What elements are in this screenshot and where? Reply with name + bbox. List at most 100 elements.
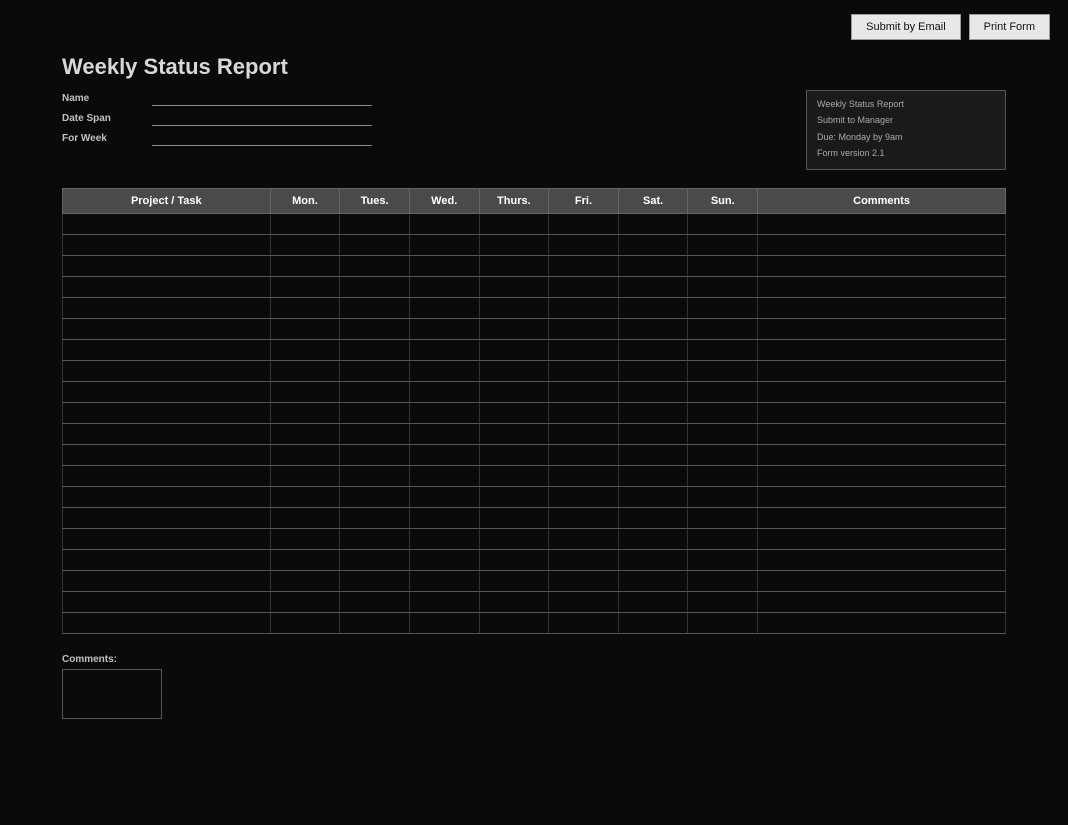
wed-hours-input[interactable] — [413, 261, 476, 272]
mon-hours-input[interactable] — [274, 345, 337, 356]
row-comments-input[interactable] — [761, 471, 1002, 482]
fri-hours-input[interactable] — [552, 492, 615, 503]
name-input[interactable] — [152, 90, 372, 106]
sun-hours-input[interactable] — [691, 387, 754, 398]
sun-hours-input[interactable] — [691, 555, 754, 566]
task-input[interactable] — [66, 492, 267, 503]
fri-hours-input[interactable] — [552, 387, 615, 398]
sun-hours-input[interactable] — [691, 240, 754, 251]
fri-hours-input[interactable] — [552, 282, 615, 293]
sun-hours-input[interactable] — [691, 429, 754, 440]
tues-hours-input[interactable] — [343, 282, 406, 293]
fri-hours-input[interactable] — [552, 534, 615, 545]
tues-hours-input[interactable] — [343, 534, 406, 545]
for-input[interactable] — [152, 130, 372, 146]
row-comments-input[interactable] — [761, 618, 1002, 629]
task-input[interactable] — [66, 345, 267, 356]
mon-hours-input[interactable] — [274, 303, 337, 314]
fri-hours-input[interactable] — [552, 261, 615, 272]
thurs-hours-input[interactable] — [483, 534, 546, 545]
date-input[interactable] — [152, 110, 372, 126]
sun-hours-input[interactable] — [691, 282, 754, 293]
wed-hours-input[interactable] — [413, 324, 476, 335]
mon-hours-input[interactable] — [274, 429, 337, 440]
sat-hours-input[interactable] — [622, 282, 685, 293]
wed-hours-input[interactable] — [413, 513, 476, 524]
sun-hours-input[interactable] — [691, 261, 754, 272]
tues-hours-input[interactable] — [343, 345, 406, 356]
row-comments-input[interactable] — [761, 282, 1002, 293]
mon-hours-input[interactable] — [274, 450, 337, 461]
thurs-hours-input[interactable] — [483, 282, 546, 293]
wed-hours-input[interactable] — [413, 450, 476, 461]
task-input[interactable] — [66, 534, 267, 545]
sat-hours-input[interactable] — [622, 345, 685, 356]
fri-hours-input[interactable] — [552, 450, 615, 461]
sat-hours-input[interactable] — [622, 471, 685, 482]
task-input[interactable] — [66, 618, 267, 629]
mon-hours-input[interactable] — [274, 366, 337, 377]
wed-hours-input[interactable] — [413, 471, 476, 482]
thurs-hours-input[interactable] — [483, 471, 546, 482]
task-input[interactable] — [66, 450, 267, 461]
comments-textarea[interactable] — [62, 669, 162, 719]
fri-hours-input[interactable] — [552, 513, 615, 524]
tues-hours-input[interactable] — [343, 324, 406, 335]
fri-hours-input[interactable] — [552, 576, 615, 587]
sat-hours-input[interactable] — [622, 618, 685, 629]
wed-hours-input[interactable] — [413, 618, 476, 629]
mon-hours-input[interactable] — [274, 492, 337, 503]
sat-hours-input[interactable] — [622, 261, 685, 272]
mon-hours-input[interactable] — [274, 513, 337, 524]
row-comments-input[interactable] — [761, 429, 1002, 440]
sat-hours-input[interactable] — [622, 387, 685, 398]
thurs-hours-input[interactable] — [483, 576, 546, 587]
sun-hours-input[interactable] — [691, 303, 754, 314]
tues-hours-input[interactable] — [343, 366, 406, 377]
sun-hours-input[interactable] — [691, 450, 754, 461]
thurs-hours-input[interactable] — [483, 408, 546, 419]
sun-hours-input[interactable] — [691, 618, 754, 629]
row-comments-input[interactable] — [761, 219, 1002, 230]
fri-hours-input[interactable] — [552, 366, 615, 377]
thurs-hours-input[interactable] — [483, 366, 546, 377]
sat-hours-input[interactable] — [622, 597, 685, 608]
wed-hours-input[interactable] — [413, 597, 476, 608]
thurs-hours-input[interactable] — [483, 261, 546, 272]
mon-hours-input[interactable] — [274, 555, 337, 566]
thurs-hours-input[interactable] — [483, 219, 546, 230]
wed-hours-input[interactable] — [413, 345, 476, 356]
fri-hours-input[interactable] — [552, 324, 615, 335]
sun-hours-input[interactable] — [691, 513, 754, 524]
tues-hours-input[interactable] — [343, 240, 406, 251]
task-input[interactable] — [66, 429, 267, 440]
mon-hours-input[interactable] — [274, 471, 337, 482]
sat-hours-input[interactable] — [622, 240, 685, 251]
row-comments-input[interactable] — [761, 534, 1002, 545]
wed-hours-input[interactable] — [413, 408, 476, 419]
wed-hours-input[interactable] — [413, 303, 476, 314]
thurs-hours-input[interactable] — [483, 618, 546, 629]
task-input[interactable] — [66, 261, 267, 272]
task-input[interactable] — [66, 366, 267, 377]
tues-hours-input[interactable] — [343, 513, 406, 524]
submit-email-button[interactable]: Submit by Email — [851, 14, 960, 40]
mon-hours-input[interactable] — [274, 618, 337, 629]
tues-hours-input[interactable] — [343, 429, 406, 440]
thurs-hours-input[interactable] — [483, 429, 546, 440]
wed-hours-input[interactable] — [413, 576, 476, 587]
thurs-hours-input[interactable] — [483, 513, 546, 524]
mon-hours-input[interactable] — [274, 261, 337, 272]
thurs-hours-input[interactable] — [483, 303, 546, 314]
thurs-hours-input[interactable] — [483, 492, 546, 503]
sat-hours-input[interactable] — [622, 303, 685, 314]
sun-hours-input[interactable] — [691, 345, 754, 356]
fri-hours-input[interactable] — [552, 240, 615, 251]
tues-hours-input[interactable] — [343, 261, 406, 272]
thurs-hours-input[interactable] — [483, 345, 546, 356]
mon-hours-input[interactable] — [274, 240, 337, 251]
wed-hours-input[interactable] — [413, 429, 476, 440]
task-input[interactable] — [66, 555, 267, 566]
row-comments-input[interactable] — [761, 366, 1002, 377]
sat-hours-input[interactable] — [622, 450, 685, 461]
